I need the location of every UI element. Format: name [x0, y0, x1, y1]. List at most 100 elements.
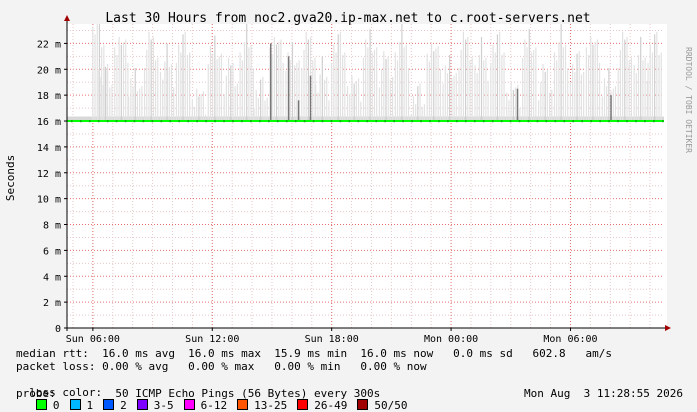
smoke-spike	[387, 56, 389, 122]
smoke-spike	[159, 71, 162, 122]
smoke-spike	[248, 47, 250, 122]
smoke-spike	[355, 80, 357, 122]
median-point	[151, 120, 154, 123]
smoke-spike	[184, 31, 186, 122]
smoke-spike	[335, 52, 337, 122]
smoke-spike	[399, 42, 401, 122]
median-point	[456, 120, 458, 123]
median-point	[196, 120, 198, 123]
median-point	[608, 120, 610, 123]
smoke-spike	[189, 52, 191, 122]
smoke-spike	[317, 92, 319, 122]
median-point	[267, 120, 270, 123]
median-point	[482, 120, 485, 123]
smoke-spike	[162, 79, 164, 122]
median-point	[375, 120, 378, 123]
smoke-spike	[423, 104, 426, 122]
smoke-spike	[426, 53, 428, 122]
y-tick-label: 12 m	[37, 169, 61, 180]
median-point	[554, 120, 557, 123]
smoke-spike	[146, 49, 148, 122]
smoke-spike	[367, 47, 369, 122]
median-point	[563, 120, 566, 123]
smoke-spike	[576, 53, 578, 122]
smoke-spike	[596, 39, 598, 122]
smoke-spike	[612, 88, 614, 122]
median-point	[473, 120, 476, 123]
dark-spike	[516, 88, 519, 122]
smoke-spike	[118, 36, 120, 122]
smoke-spike	[401, 24, 403, 122]
smoke-spike	[624, 39, 626, 122]
packet-loss-stats: packet loss: 0.00 % avg 0.00 % max 0.00 …	[16, 360, 427, 373]
smoke-spike	[412, 96, 415, 122]
smoke-spike	[469, 60, 471, 122]
median-point	[303, 120, 306, 123]
smoke-spike	[562, 47, 564, 122]
smoke-spike	[512, 89, 514, 122]
smoke-spike	[583, 71, 585, 122]
smoke-spike	[241, 60, 243, 122]
smoke-spike	[540, 82, 542, 122]
smoke-spike	[236, 83, 238, 122]
smoke-spike	[647, 62, 649, 122]
smoke-spike	[305, 31, 307, 122]
median-point	[205, 120, 207, 123]
smoke-spike	[430, 43, 433, 122]
dark-spike	[269, 43, 272, 122]
median-point	[393, 120, 395, 123]
loss-color-swatch	[357, 399, 369, 410]
smoke-spike	[569, 82, 572, 122]
y-tick-label: 2 m	[43, 298, 61, 309]
smoke-spike	[421, 106, 423, 122]
smoke-spike	[392, 77, 394, 122]
smoke-spike	[630, 57, 632, 122]
smoke-spike	[255, 89, 257, 122]
median-point	[465, 120, 467, 123]
median-point	[438, 120, 440, 123]
smoke-spike	[510, 82, 512, 122]
smoke-spike	[490, 62, 492, 122]
smoke-spike	[128, 96, 130, 122]
smoke-spike	[578, 51, 580, 122]
smoke-spike	[143, 67, 146, 122]
median-point	[447, 120, 449, 123]
smoke-spike	[141, 86, 143, 122]
smoke-spike	[649, 44, 651, 122]
smoke-spike	[289, 60, 291, 122]
median-point	[169, 120, 172, 123]
smoke-spike	[501, 55, 503, 122]
smoke-spike	[96, 24, 98, 122]
smoke-spike	[407, 67, 410, 122]
smoke-spike	[107, 64, 109, 122]
loss-color-swatch	[183, 399, 195, 410]
smoke-spike	[455, 73, 457, 122]
smoke-spike	[474, 65, 476, 122]
smoke-spike	[273, 36, 275, 122]
loss-color-swatch	[103, 399, 115, 410]
smoke-spike	[266, 97, 268, 122]
smoke-spike	[633, 65, 635, 122]
median-point	[223, 120, 225, 123]
smoke-spike	[542, 64, 544, 122]
y-tick-label: 4 m	[43, 272, 61, 283]
smoke-spike	[603, 78, 606, 122]
median-point	[348, 120, 351, 123]
smoke-spike	[180, 52, 182, 122]
median-point	[250, 120, 252, 123]
smoke-spike	[526, 47, 528, 122]
smoke-spike	[535, 47, 537, 122]
median-point	[259, 120, 261, 123]
y-tick-label: 8 m	[43, 221, 61, 232]
smoke-spike	[98, 69, 100, 122]
median-point	[491, 120, 494, 123]
y-axis-arrow	[64, 15, 70, 21]
smoke-spike	[439, 69, 441, 122]
y-tick-label: 18 m	[37, 91, 61, 102]
smoke-spike	[394, 52, 396, 122]
smoke-spike	[164, 61, 166, 122]
smoke-spike	[264, 100, 266, 122]
median-point	[88, 120, 91, 123]
smoke-spike	[92, 26, 94, 122]
dark-spike	[287, 56, 290, 122]
